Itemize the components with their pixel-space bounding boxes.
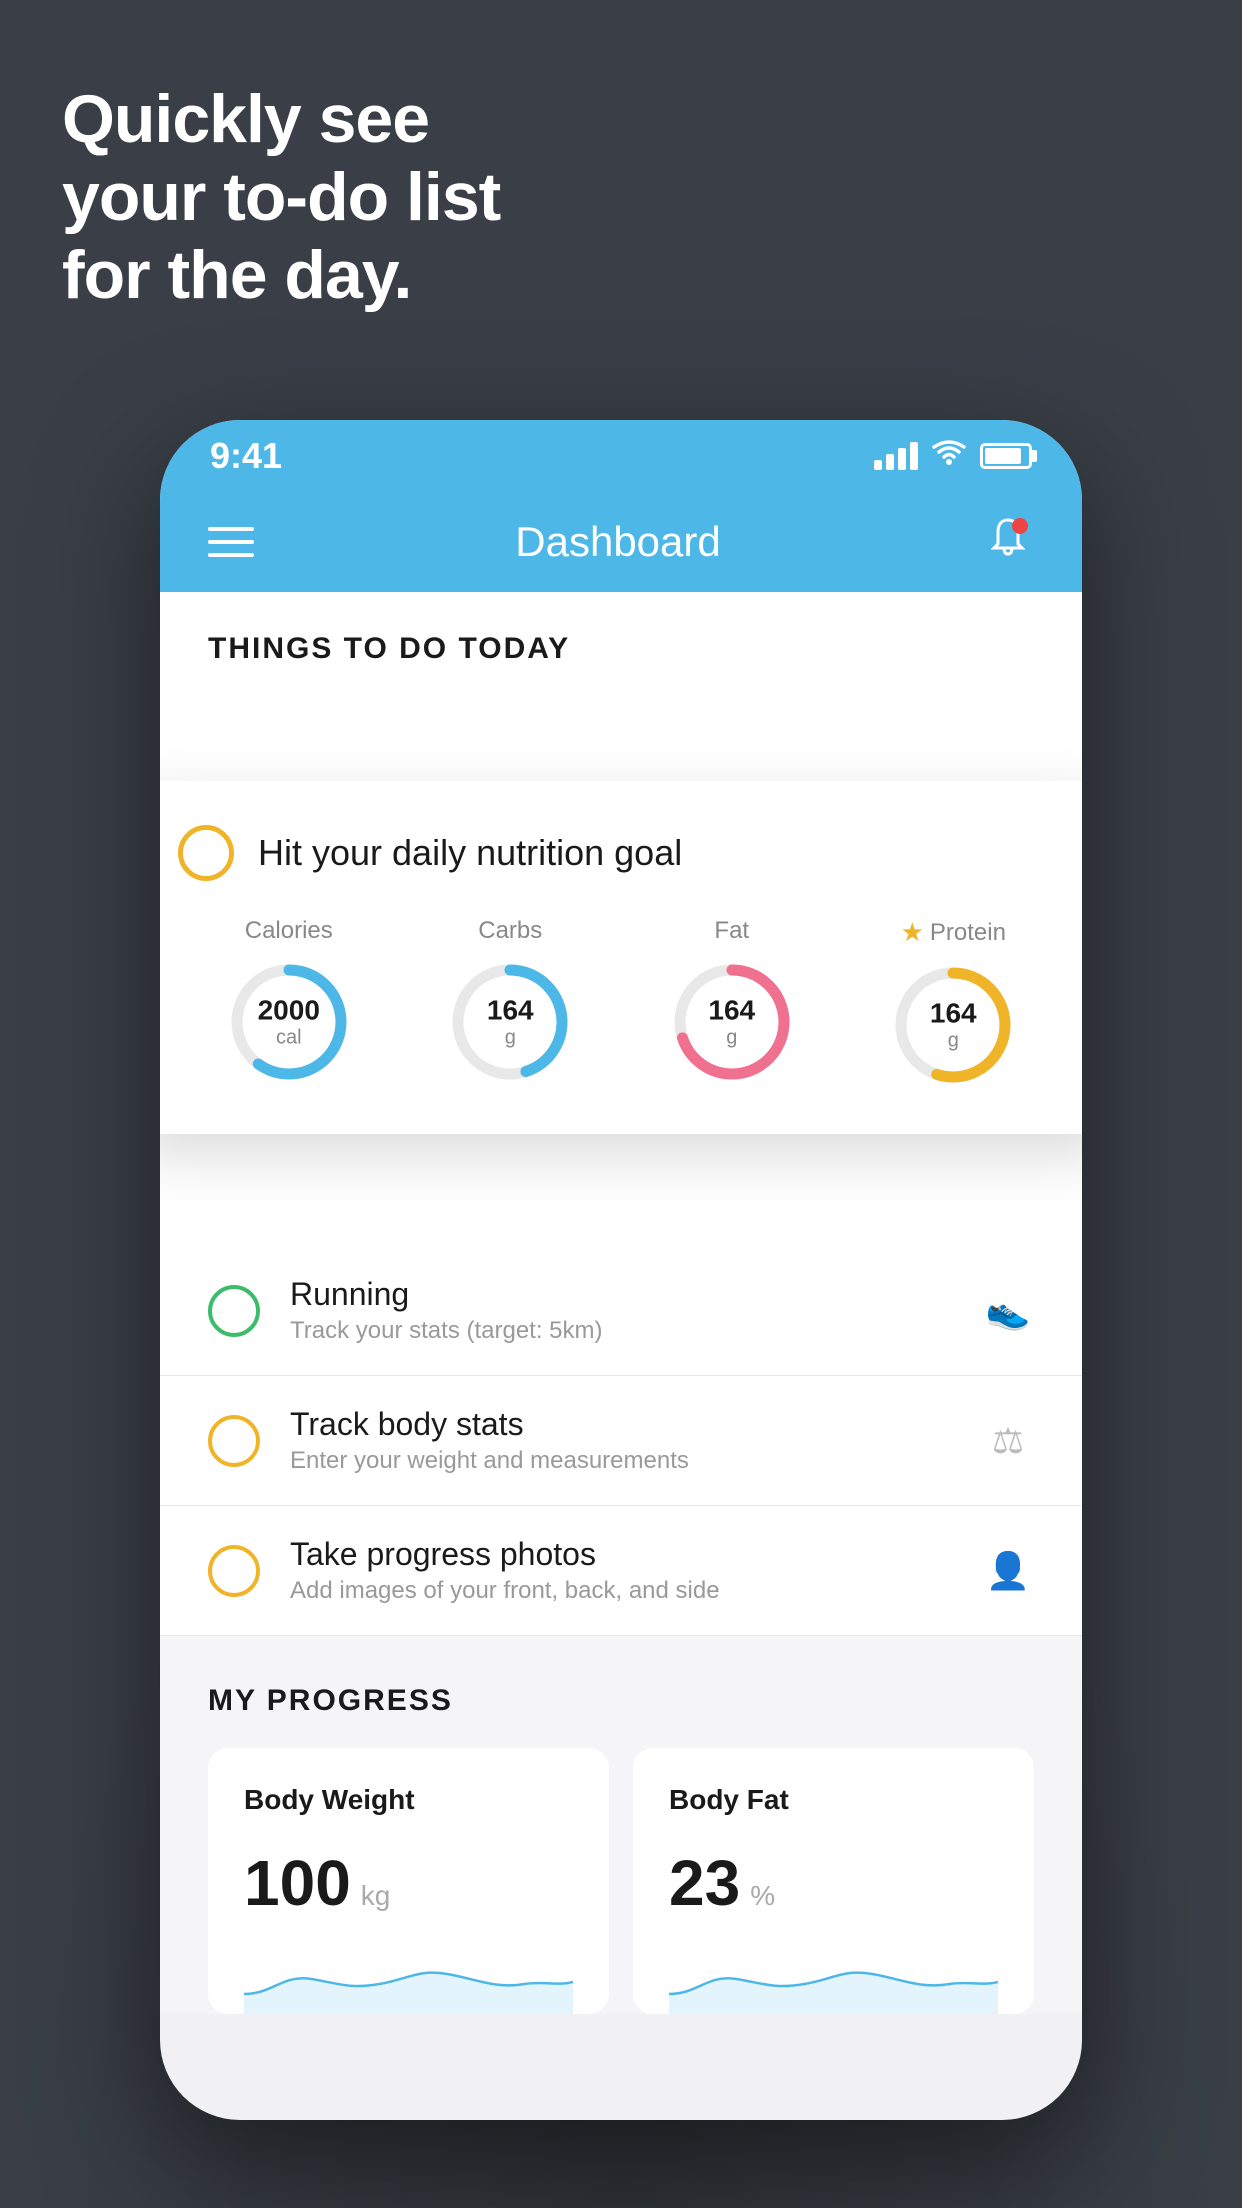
nutrition-popup-card: Hit your daily nutrition goal Calories 2… bbox=[160, 781, 1082, 1134]
todo-text: Take progress photos Add images of your … bbox=[290, 1536, 952, 1605]
battery-icon bbox=[980, 443, 1032, 469]
hero-line2: your to-do list bbox=[62, 158, 500, 236]
nutrition-item: Carbs 164 g bbox=[445, 917, 575, 1087]
todo-subtitle: Add images of your front, back, and side bbox=[290, 1577, 952, 1605]
todo-title: Track body stats bbox=[290, 1406, 952, 1443]
status-icons bbox=[874, 440, 1032, 473]
hero-text: Quickly see your to-do list for the day. bbox=[62, 80, 500, 315]
progress-section: MY PROGRESS Body Weight 100 kg Body Fat … bbox=[160, 1636, 1082, 2014]
progress-value: 100 bbox=[244, 1846, 351, 1920]
progress-card-title: Body Weight bbox=[244, 1784, 573, 1816]
todo-text: Running Track your stats (target: 5km) bbox=[290, 1276, 952, 1345]
todo-title: Take progress photos bbox=[290, 1536, 952, 1573]
todo-item[interactable]: Take progress photos Add images of your … bbox=[160, 1506, 1082, 1636]
wifi-icon bbox=[932, 440, 966, 473]
donut-value-text: 2000 cal bbox=[258, 996, 320, 1049]
progress-heading: MY PROGRESS bbox=[208, 1684, 1034, 1718]
donut-value-text: 164 g bbox=[930, 999, 977, 1052]
todo-action-icon: 👟 bbox=[982, 1285, 1034, 1337]
progress-chart bbox=[669, 1944, 998, 2014]
todo-title: Running bbox=[290, 1276, 952, 1313]
progress-card[interactable]: Body Fat 23 % bbox=[633, 1748, 1034, 2014]
hero-line1: Quickly see bbox=[62, 80, 500, 158]
hero-line3: for the day. bbox=[62, 236, 500, 314]
progress-card[interactable]: Body Weight 100 kg bbox=[208, 1748, 609, 2014]
todo-action-icon: 👤 bbox=[982, 1545, 1034, 1597]
donut-value-text: 164 g bbox=[708, 996, 755, 1049]
donut-chart: 164 g bbox=[667, 957, 797, 1087]
donut-chart: 164 g bbox=[888, 960, 1018, 1090]
white-content: THINGS TO DO TODAY Hit your daily nutrit… bbox=[160, 592, 1082, 2014]
progress-unit: % bbox=[750, 1880, 775, 1912]
progress-card-title: Body Fat bbox=[669, 1784, 998, 1816]
nav-bar: Dashboard bbox=[160, 492, 1082, 592]
todo-list: Running Track your stats (target: 5km) 👟… bbox=[160, 1246, 1082, 1636]
nutrition-row: Calories 2000 cal Carbs 164 g Fat bbox=[178, 917, 1064, 1090]
todo-action-icon: ⚖ bbox=[982, 1415, 1034, 1467]
nutrition-label: Fat bbox=[714, 917, 749, 945]
todo-subtitle: Track your stats (target: 5km) bbox=[290, 1317, 952, 1345]
progress-value-row: 23 % bbox=[669, 1846, 998, 1920]
bell-button[interactable] bbox=[982, 514, 1034, 571]
progress-unit: kg bbox=[361, 1880, 391, 1912]
donut-chart: 2000 cal bbox=[224, 957, 354, 1087]
nutrition-item: ★Protein 164 g bbox=[888, 917, 1018, 1090]
todo-text: Track body stats Enter your weight and m… bbox=[290, 1406, 952, 1475]
progress-cards: Body Weight 100 kg Body Fat 23 % bbox=[208, 1748, 1034, 2014]
nutrition-item: Calories 2000 cal bbox=[224, 917, 354, 1087]
nav-title: Dashboard bbox=[515, 518, 720, 566]
things-header: THINGS TO DO TODAY bbox=[160, 592, 1082, 686]
status-bar: 9:41 bbox=[160, 420, 1082, 492]
progress-value: 23 bbox=[669, 1846, 740, 1920]
progress-chart bbox=[244, 1944, 573, 2014]
todo-subtitle: Enter your weight and measurements bbox=[290, 1447, 952, 1475]
nutrition-item: Fat 164 g bbox=[667, 917, 797, 1087]
signal-icon bbox=[874, 442, 918, 470]
donut-chart: 164 g bbox=[445, 957, 575, 1087]
donut-value-text: 164 g bbox=[487, 996, 534, 1049]
hamburger-menu[interactable] bbox=[208, 527, 254, 557]
popup-title: Hit your daily nutrition goal bbox=[258, 832, 682, 874]
phone-frame: 9:41 bbox=[160, 420, 1082, 2120]
todo-circle bbox=[208, 1415, 260, 1467]
nutrition-label: ★Protein bbox=[901, 917, 1006, 948]
nutrition-label: Calories bbox=[245, 917, 333, 945]
todo-circle bbox=[208, 1285, 260, 1337]
popup-title-row: Hit your daily nutrition goal bbox=[178, 825, 1064, 881]
nutrition-label: Carbs bbox=[478, 917, 542, 945]
todo-item[interactable]: Track body stats Enter your weight and m… bbox=[160, 1376, 1082, 1506]
nutrition-circle-check bbox=[178, 825, 234, 881]
todo-item[interactable]: Running Track your stats (target: 5km) 👟 bbox=[160, 1246, 1082, 1376]
progress-value-row: 100 kg bbox=[244, 1846, 573, 1920]
todo-circle bbox=[208, 1545, 260, 1597]
status-time: 9:41 bbox=[210, 435, 282, 477]
